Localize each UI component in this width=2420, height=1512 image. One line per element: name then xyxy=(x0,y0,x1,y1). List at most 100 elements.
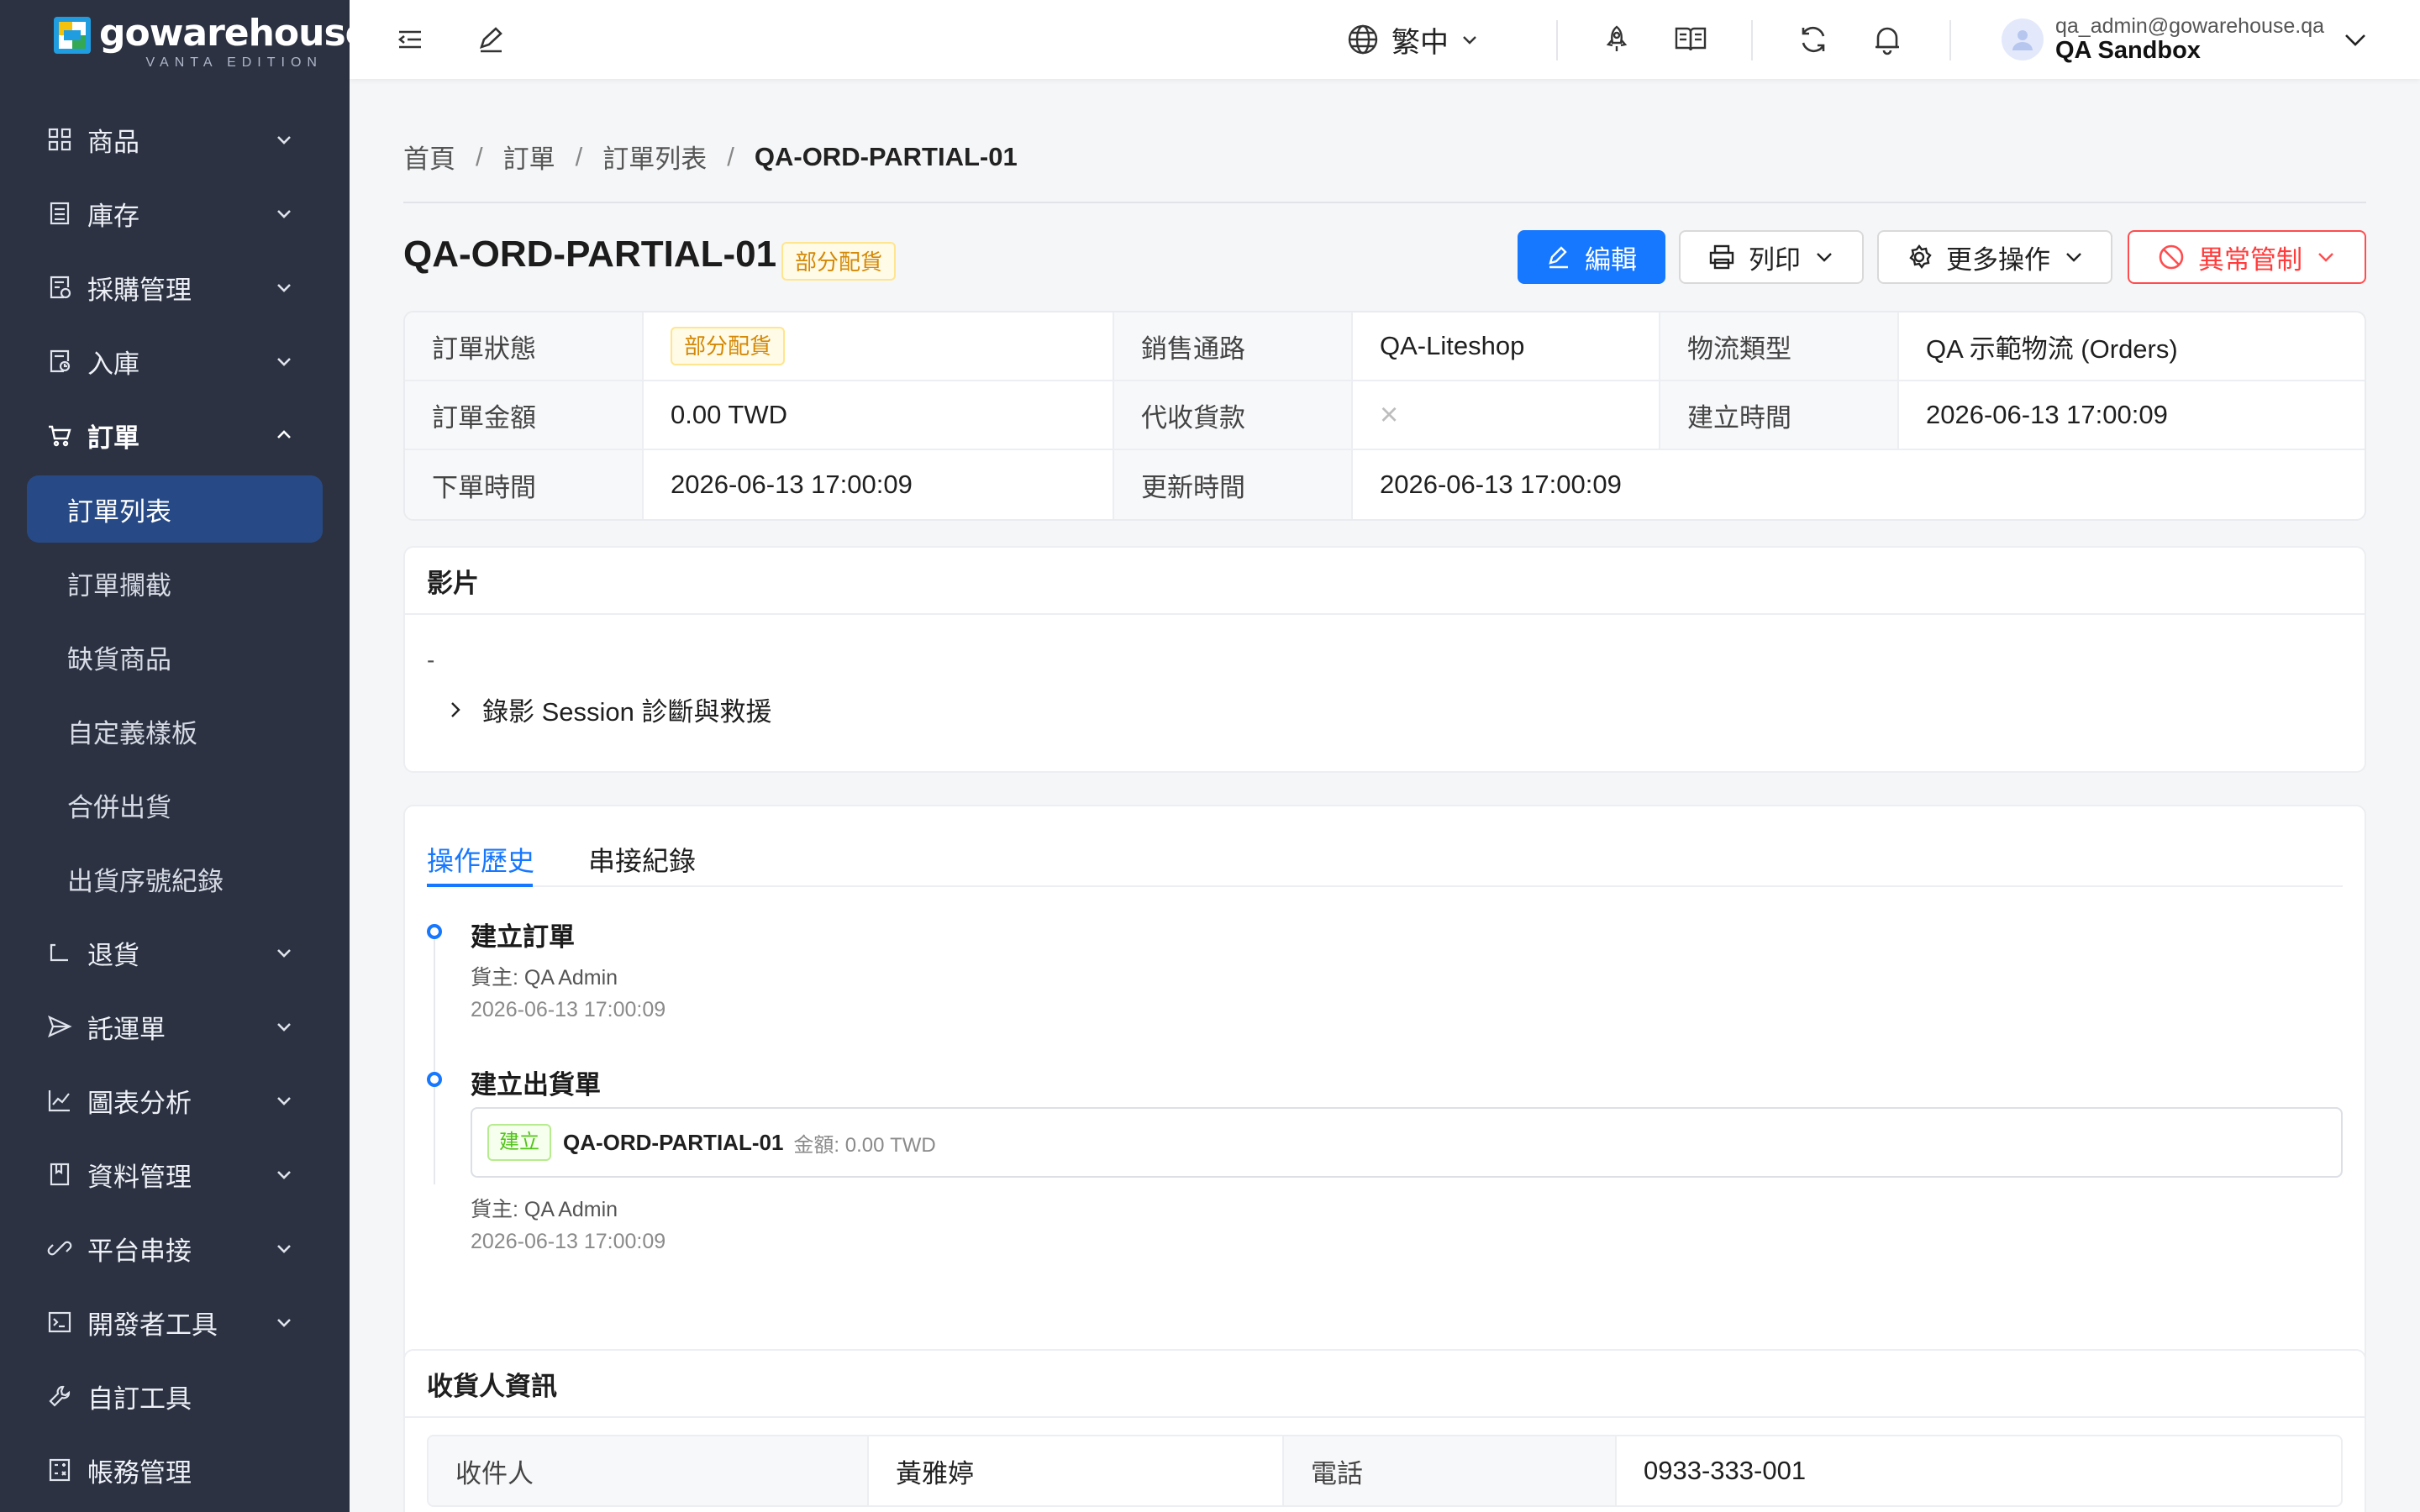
language-selector[interactable]: 繁中 xyxy=(1346,20,1479,59)
breadcrumb-order-list[interactable]: 訂單列表 xyxy=(602,138,707,176)
breadcrumb-home[interactable]: 首頁 xyxy=(403,138,455,176)
sidebar-item-label: 退貨 xyxy=(87,940,139,970)
user-menu[interactable]: qa_admin@gowarehouse.qa QA Sandbox xyxy=(2002,12,2368,67)
more-actions-button[interactable]: 更多操作 xyxy=(1877,230,2112,284)
sidebar-item-orders[interactable]: 訂單 xyxy=(0,398,350,472)
shipment-number[interactable]: QA-ORD-PARTIAL-01 xyxy=(563,1130,783,1156)
menu-fold-icon xyxy=(397,30,421,49)
info-label: 銷售通路 xyxy=(1114,312,1353,380)
docs-button[interactable] xyxy=(1674,23,1707,56)
print-button[interactable]: 列印 xyxy=(1679,230,1864,284)
chevron-down-icon xyxy=(277,284,291,292)
menu-fold-button[interactable] xyxy=(393,23,427,56)
inbound-icon xyxy=(50,349,71,373)
refresh-button[interactable] xyxy=(1797,23,1830,56)
rocket-icon xyxy=(1606,25,1628,51)
sidebar-item-developer-tools[interactable]: 開發者工具 xyxy=(0,1285,350,1359)
sidebar-item-custom-tools[interactable]: 自訂工具 xyxy=(0,1359,350,1433)
shipment-status-badge: 建立 xyxy=(487,1124,551,1161)
tab-integration-log[interactable]: 串接紀錄 xyxy=(588,840,696,887)
launch-button[interactable] xyxy=(1600,23,1634,56)
exception-control-label: 異常管制 xyxy=(2198,244,2302,275)
sidebar-subitem-custom-template[interactable]: 自定義樣板 xyxy=(0,694,350,768)
sidebar-subitem-merge-shipment[interactable]: 合併出貨 xyxy=(0,768,350,842)
exception-control-button[interactable]: 異常管制 xyxy=(2128,230,2366,284)
sidebar-item-platform-integration[interactable]: 平台串接 xyxy=(0,1211,350,1285)
sidebar-item-label: 商品 xyxy=(87,127,139,157)
grid-icon xyxy=(48,128,71,151)
sidebar-item-waybill[interactable]: 託運單 xyxy=(0,990,350,1063)
pen-icon xyxy=(479,27,502,53)
sidebar-item-label: 平台串接 xyxy=(87,1236,192,1266)
printer-icon xyxy=(1709,244,1734,270)
receiver-table: 收件人 黃雅婷 電話 0933-333-001 xyxy=(427,1435,2343,1507)
receiver-card: 收貨人資訊 收件人 黃雅婷 電話 0933-333-001 xyxy=(403,1349,2366,1512)
info-row: 下單時間 2026-06-13 17:00:09 更新時間 2026-06-13… xyxy=(405,450,2365,519)
sidebar-item-label: 託運單 xyxy=(87,1014,166,1044)
timeline-dot xyxy=(427,924,442,939)
breadcrumb-current: QA-ORD-PARTIAL-01 xyxy=(754,141,1018,171)
topbar: 繁中 qa_admin@gowarehouse.qa QA Sandbox xyxy=(350,0,2420,79)
info-label: 訂單金額 xyxy=(405,381,644,449)
session-diagnosis-collapse[interactable]: 錄影 Session 診斷與救援 xyxy=(445,690,772,728)
chevron-right-icon xyxy=(451,701,460,717)
sidebar-subitem-out-of-stock[interactable]: 缺貨商品 xyxy=(0,620,350,694)
order-info-table: 訂單狀態 部分配貨 銷售通路 QA-Liteshop 物流類型 QA 示範物流 … xyxy=(403,311,2366,521)
breadcrumb-orders[interactable]: 訂單 xyxy=(503,138,555,176)
tab-bar: 操作歷史 串接紀錄 xyxy=(427,840,2343,887)
chevron-down-icon xyxy=(277,1319,291,1327)
book-open-icon xyxy=(1675,27,1707,51)
send-icon xyxy=(48,1015,72,1038)
info-label: 建立時間 xyxy=(1660,381,1899,449)
status-badge: 部分配貨 xyxy=(781,242,897,281)
logo-mark-icon xyxy=(54,17,91,54)
terminal-icon xyxy=(48,1311,71,1333)
edit-mode-button[interactable] xyxy=(474,23,508,56)
sidebar-item-analytics[interactable]: 圖表分析 xyxy=(0,1063,350,1137)
sidebar: gowarehouse VANTA EDITION 商品 庫存 採購管理 入庫 … xyxy=(0,0,371,1512)
info-value: 0.00 TWD xyxy=(644,381,1114,449)
sidebar-subitem-serial-records[interactable]: 出貨序號紀錄 xyxy=(0,842,350,916)
shipment-summary: 建立 QA-ORD-PARTIAL-01 金額: 0.00 TWD xyxy=(471,1107,2343,1178)
info-value: 2026-06-13 17:00:09 xyxy=(1380,470,1622,499)
brand-name: gowarehouse xyxy=(99,12,371,55)
info-value: 2026-06-13 17:00:09 xyxy=(644,450,1114,519)
sidebar-item-label: 開發者工具 xyxy=(87,1310,218,1340)
print-button-label: 列印 xyxy=(1749,244,1801,275)
notification-button[interactable] xyxy=(1870,23,1904,56)
sidebar-menu: 商品 庫存 採購管理 入庫 訂單 訂單列表 訂單攔截 缺貨商品 自定義樣板 合併… xyxy=(0,102,350,1507)
info-label: 更新時間 xyxy=(1114,450,1353,519)
timeline-time: 2026-06-13 17:00:09 xyxy=(471,998,666,1021)
sidebar-item-data-management[interactable]: 資料管理 xyxy=(0,1137,350,1211)
tool-icon xyxy=(49,1385,71,1407)
sidebar-subitem-order-intercept[interactable]: 訂單攔截 xyxy=(0,546,350,620)
page-title: QA-ORD-PARTIAL-01 xyxy=(403,234,777,275)
tenant-name: QA Sandbox xyxy=(2055,37,2201,64)
breadcrumb-separator: / xyxy=(476,141,483,171)
more-actions-label: 更多操作 xyxy=(1946,244,2050,275)
sidebar-subitem-order-list[interactable]: 訂單列表 xyxy=(27,475,323,543)
refresh-icon xyxy=(1802,26,1825,53)
sidebar-item-label: 採購管理 xyxy=(87,275,192,305)
topbar-divider xyxy=(1556,20,1558,60)
avatar xyxy=(2002,18,2044,60)
edit-button-label: 編輯 xyxy=(1585,244,1637,275)
sidebar-item-inbound[interactable]: 入庫 xyxy=(0,324,350,398)
tab-ink-bar xyxy=(427,884,533,887)
chevron-down-icon xyxy=(1817,253,1832,262)
timeline-owner: 貨主: QA Admin xyxy=(471,966,618,990)
tab-label: 串接紀錄 xyxy=(588,846,697,876)
sidebar-item-inventory[interactable]: 庫存 xyxy=(0,176,350,250)
collapse-label: 錄影 Session 診斷與救援 xyxy=(482,697,772,727)
sidebar-item-label: 帳務管理 xyxy=(87,1457,192,1488)
receiver-phone: 0933-333-001 xyxy=(1644,1456,1807,1485)
chevron-down-icon xyxy=(277,358,291,366)
sidebar-item-accounting[interactable]: 帳務管理 xyxy=(0,1433,350,1507)
logo[interactable]: gowarehouse VANTA EDITION xyxy=(54,12,371,71)
sidebar-item-returns[interactable]: 退貨 xyxy=(0,916,350,990)
tab-operation-history[interactable]: 操作歷史 xyxy=(427,840,534,887)
sidebar-item-purchase[interactable]: 採購管理 xyxy=(0,250,350,324)
edit-button[interactable]: 編輯 xyxy=(1518,230,1665,284)
language-label: 繁中 xyxy=(1392,26,1449,59)
sidebar-item-products[interactable]: 商品 xyxy=(0,102,350,176)
